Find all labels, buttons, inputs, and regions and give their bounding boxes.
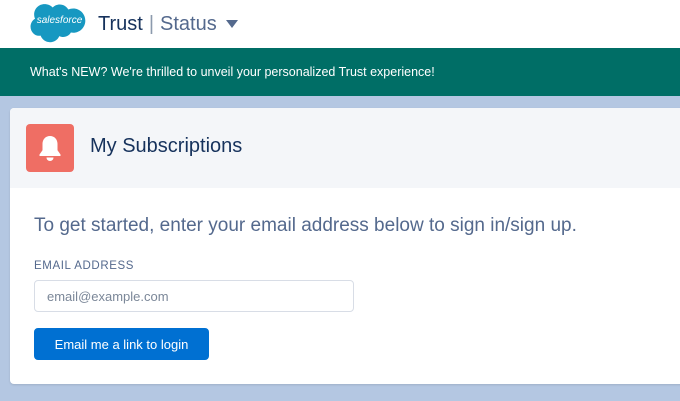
subscriptions-card: My Subscriptions To get started, enter y… bbox=[10, 108, 680, 384]
title-status: Status bbox=[160, 12, 217, 35]
caret-down-icon[interactable] bbox=[225, 17, 239, 31]
email-field[interactable] bbox=[34, 280, 354, 312]
bell-icon bbox=[26, 124, 74, 172]
banner-text: What's NEW? We're thrilled to unveil you… bbox=[30, 65, 435, 79]
top-bar: salesforce Trust | Status bbox=[0, 0, 680, 48]
site-title: Trust | Status bbox=[98, 12, 239, 36]
title-separator: | bbox=[148, 12, 155, 35]
email-login-link-button[interactable]: Email me a link to login bbox=[34, 328, 209, 360]
intro-text: To get started, enter your email address… bbox=[34, 215, 577, 236]
title-trust: Trust bbox=[98, 12, 143, 35]
card-header: My Subscriptions bbox=[10, 108, 680, 188]
announcement-banner: What's NEW? We're thrilled to unveil you… bbox=[0, 48, 680, 96]
card-title: My Subscriptions bbox=[90, 135, 243, 157]
salesforce-logo[interactable]: salesforce bbox=[30, 4, 89, 45]
logo-text: salesforce bbox=[36, 15, 83, 26]
email-label: EMAIL ADDRESS bbox=[34, 260, 135, 272]
